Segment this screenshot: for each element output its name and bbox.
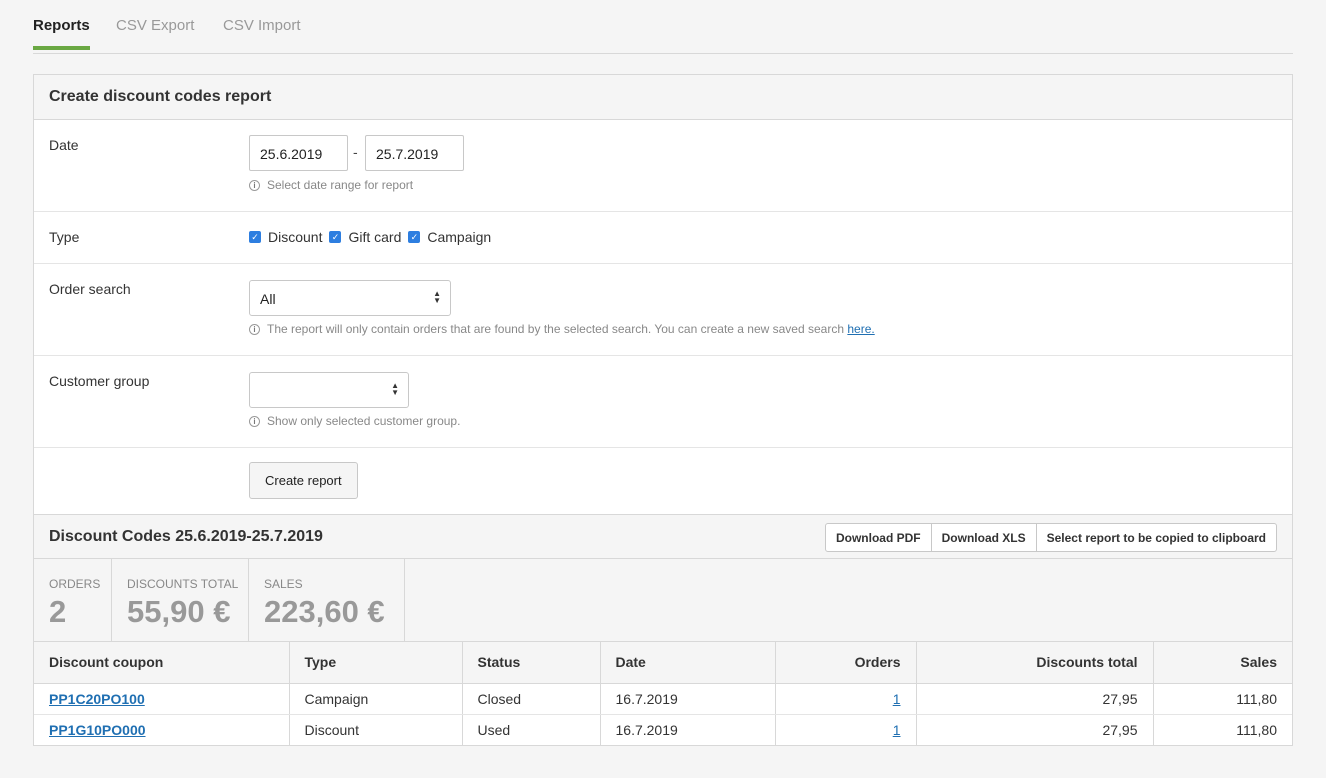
copy-clipboard-button[interactable]: Select report to be copied to clipboard [1037, 524, 1276, 551]
col-date[interactable]: Date [600, 642, 776, 684]
info-icon: i [249, 323, 260, 335]
customer-group-row: Customer group ▲ ▼ i Show only selected c… [34, 356, 1292, 448]
stat-sales: SALES 223,60 € [249, 559, 405, 641]
customer-group-select[interactable]: ▲ ▼ [249, 372, 409, 408]
select-arrows-icon: ▲ ▼ [433, 289, 441, 305]
cell-date: 16.7.2019 [600, 714, 776, 745]
create-row: Create report [34, 448, 1292, 514]
tab-csv-import[interactable]: CSV Import [223, 17, 301, 49]
col-type[interactable]: Type [289, 642, 463, 684]
report-panel: Create discount codes report Date 25.6.2… [33, 74, 1293, 746]
order-search-label: Order search [49, 281, 131, 297]
form-title: Create discount codes report [34, 75, 1292, 120]
col-discounts-total[interactable]: Discounts total [916, 642, 1154, 684]
tab-reports[interactable]: Reports [33, 17, 90, 50]
table-row: PP1C20PO100 Campaign Closed 16.7.2019 1 … [34, 683, 1292, 715]
date-hint: i Select date range for report [249, 178, 413, 192]
type-row: Type ✓ Discount ✓ Gift card ✓ Campaign [34, 212, 1292, 264]
results-title: Discount Codes 25.6.2019-25.7.2019 [49, 528, 323, 545]
stat-discounts-total: DISCOUNTS TOTAL 55,90 € [112, 559, 249, 641]
order-search-select[interactable]: All ▲ ▼ [249, 280, 451, 316]
checkbox-discount[interactable]: ✓ Discount [249, 229, 322, 245]
cell-discounts: 27,95 [916, 714, 1154, 745]
customer-group-label: Customer group [49, 373, 150, 389]
col-discount-coupon[interactable]: Discount coupon [34, 642, 290, 684]
saved-search-link[interactable]: here. [847, 322, 874, 336]
col-orders[interactable]: Orders [775, 642, 917, 684]
cell-type: Campaign [289, 683, 463, 715]
checkmark-icon[interactable]: ✓ [408, 231, 421, 243]
customer-group-hint: i Show only selected customer group. [249, 414, 460, 428]
start-date-input[interactable]: 25.6.2019 [249, 135, 348, 171]
end-date-input[interactable]: 25.7.2019 [365, 135, 464, 171]
cell-sales: 111,80 [1153, 714, 1292, 745]
date-label: Date [49, 137, 79, 153]
export-button-group: Download PDF Download XLS Select report … [824, 523, 1277, 552]
stats-bar: ORDERS 2 DISCOUNTS TOTAL 55,90 € SALES 2… [34, 559, 1292, 642]
discount-codes-table: Discount coupon Type Status Date Orders … [34, 642, 1292, 745]
checkbox-gift-card[interactable]: ✓ Gift card [329, 229, 401, 245]
coupon-link[interactable]: PP1G10PO000 [49, 722, 146, 738]
cell-date: 16.7.2019 [600, 683, 776, 715]
cell-type: Discount [289, 714, 463, 745]
cell-sales: 111,80 [1153, 683, 1292, 715]
table-header-row: Discount coupon Type Status Date Orders … [34, 642, 1292, 684]
cell-status: Closed [462, 683, 601, 715]
checkbox-campaign[interactable]: ✓ Campaign [408, 229, 491, 245]
info-icon: i [249, 415, 260, 427]
cell-discounts: 27,95 [916, 683, 1154, 715]
col-status[interactable]: Status [462, 642, 601, 684]
type-label: Type [49, 229, 80, 245]
tab-csv-export[interactable]: CSV Export [116, 17, 194, 49]
tab-bar: Reports CSV Export CSV Import [33, 0, 1293, 54]
stat-orders: ORDERS 2 [34, 559, 112, 641]
table-row: PP1G10PO000 Discount Used 16.7.2019 1 27… [34, 714, 1292, 745]
orders-link[interactable]: 1 [893, 691, 901, 707]
download-pdf-button[interactable]: Download PDF [826, 524, 932, 551]
select-arrows-icon: ▲ ▼ [391, 381, 399, 397]
order-search-row: Order search All ▲ ▼ i The report will on… [34, 264, 1292, 356]
col-sales[interactable]: Sales [1153, 642, 1292, 684]
cell-status: Used [462, 714, 601, 745]
orders-link[interactable]: 1 [893, 722, 901, 738]
date-separator: - [353, 144, 358, 160]
results-header: Discount Codes 25.6.2019-25.7.2019 Downl… [34, 514, 1292, 559]
checkmark-icon[interactable]: ✓ [329, 231, 342, 243]
create-report-button[interactable]: Create report [249, 462, 358, 499]
date-row: Date 25.6.2019 - 25.7.2019 i Select date… [34, 120, 1292, 212]
download-xls-button[interactable]: Download XLS [932, 524, 1037, 551]
coupon-link[interactable]: PP1C20PO100 [49, 691, 145, 707]
checkmark-icon[interactable]: ✓ [249, 231, 261, 243]
order-search-hint: i The report will only contain orders th… [249, 322, 875, 336]
info-icon: i [249, 179, 260, 191]
